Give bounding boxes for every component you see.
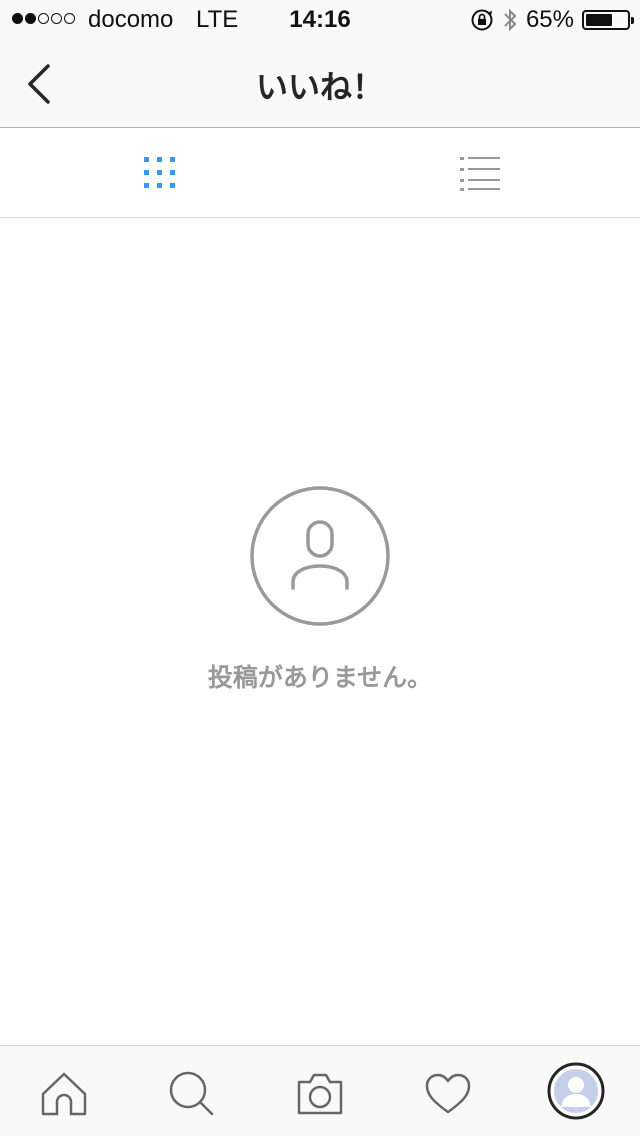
- tab-camera[interactable]: [292, 1066, 348, 1122]
- grid-icon: [144, 157, 175, 188]
- status-right-group: 65%: [470, 6, 634, 34]
- heart-icon: [425, 1073, 471, 1114]
- empty-state: 投稿がありません。: [0, 486, 640, 694]
- list-view-button[interactable]: [450, 148, 510, 198]
- nav-bar: いいね！: [0, 40, 640, 128]
- profile-avatar-icon: [547, 1062, 605, 1120]
- bluetooth-icon: [504, 8, 517, 32]
- grid-view-button[interactable]: [130, 148, 190, 198]
- battery-icon: [582, 10, 634, 30]
- battery-percent: 65%: [525, 6, 574, 33]
- empty-state-message: 投稿がありません。: [207, 663, 433, 692]
- page-title: いいね！: [255, 68, 384, 106]
- status-bar: docomo LTE 14:16 65%: [0, 0, 640, 40]
- tab-activity[interactable]: [420, 1066, 476, 1122]
- tab-profile[interactable]: [547, 1062, 605, 1120]
- rotation-lock-icon: [471, 9, 493, 31]
- screen: docomo LTE 14:16 65% いいね！ 投稿がありません。: [0, 0, 640, 1136]
- battery-fill: [586, 14, 612, 26]
- tab-home[interactable]: [36, 1066, 92, 1122]
- home-icon: [41, 1072, 87, 1116]
- tab-bar: [0, 1045, 640, 1136]
- camera-icon: [297, 1073, 343, 1115]
- person-circle-icon: [250, 486, 390, 626]
- view-toggle-bar: [0, 128, 640, 218]
- search-icon: [169, 1071, 214, 1116]
- list-icon: [460, 157, 500, 191]
- tab-search[interactable]: [164, 1066, 220, 1122]
